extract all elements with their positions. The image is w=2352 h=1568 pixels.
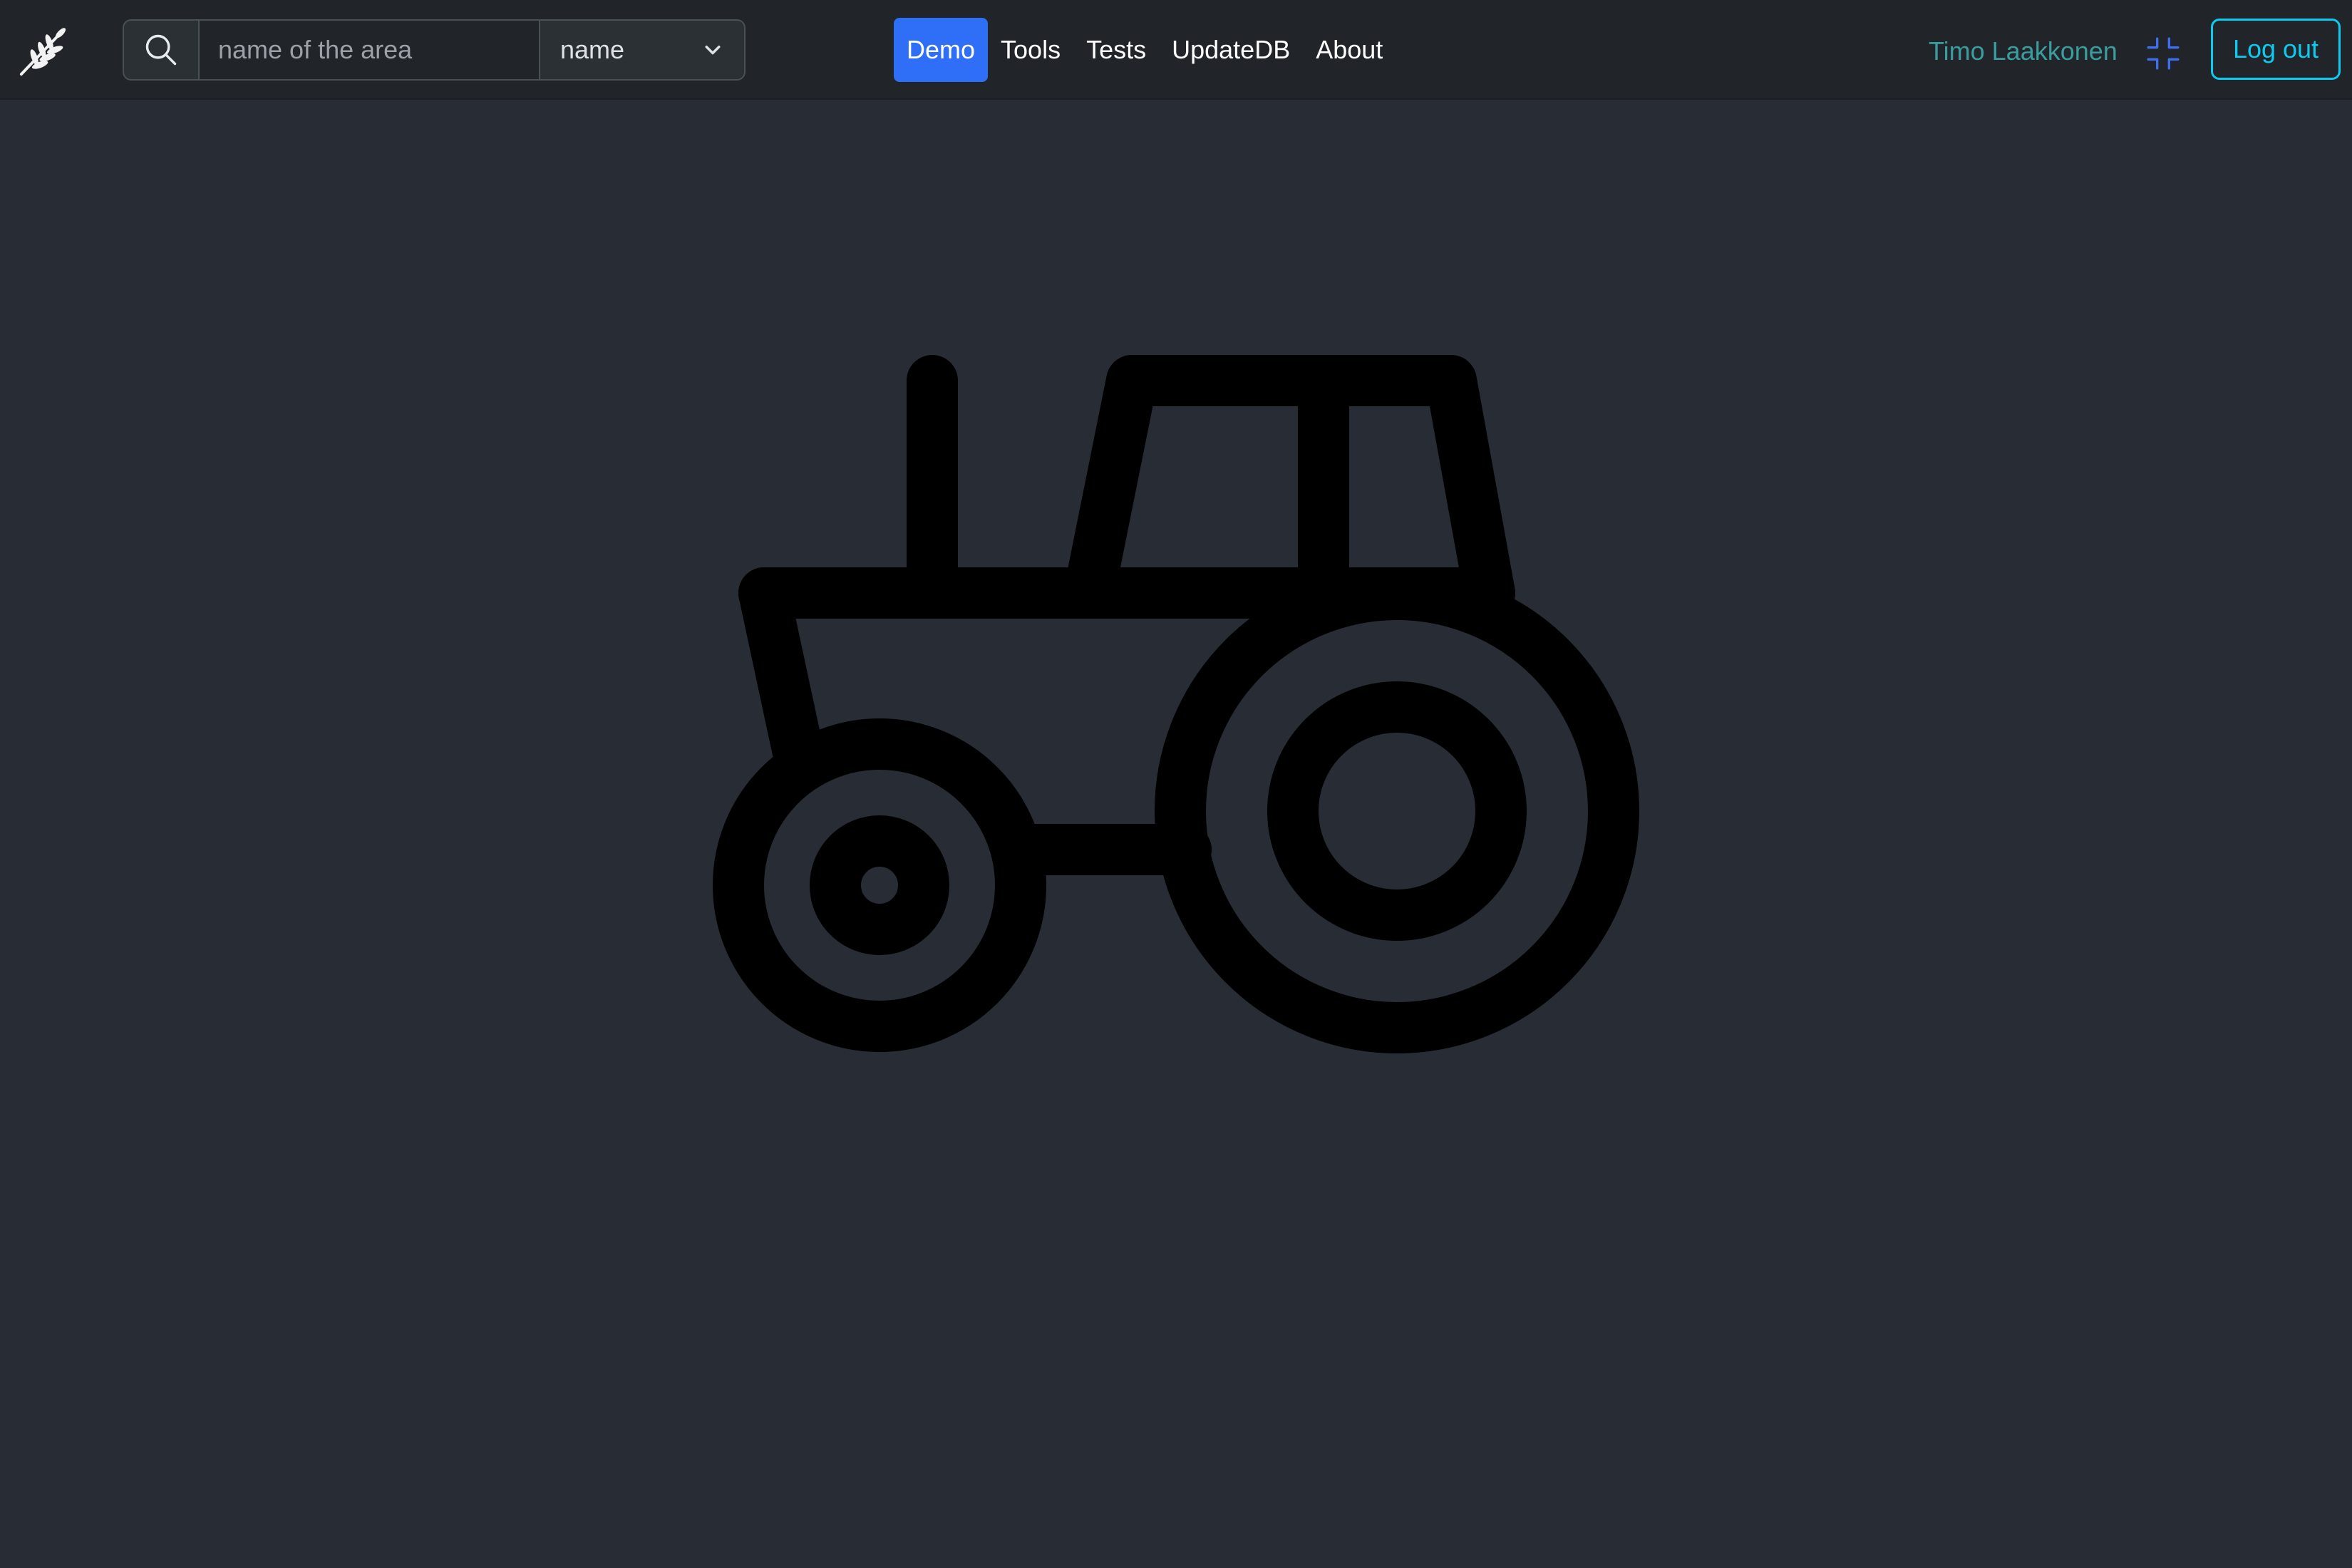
search-input[interactable] — [198, 19, 540, 81]
search-group: name — [123, 19, 746, 81]
user-name: Timo Laakkonen — [1929, 36, 2118, 66]
wheat-icon[interactable] — [16, 20, 76, 80]
chevron-down-icon — [705, 46, 721, 55]
search-mode-select[interactable]: name — [540, 19, 746, 81]
search-mode-selected: name — [560, 35, 625, 64]
nav-demo[interactable]: Demo — [894, 18, 989, 82]
logout-button[interactable]: Log out — [2211, 19, 2341, 80]
nav-about[interactable]: About — [1303, 18, 1396, 82]
top-navbar: name Demo Tools Tests UpdateDB About Tim… — [0, 0, 2352, 100]
tractor-icon — [711, 352, 1641, 1054]
search-icon[interactable] — [123, 19, 198, 81]
nav-tests[interactable]: Tests — [1073, 18, 1159, 82]
nav-updatedb[interactable]: UpdateDB — [1159, 18, 1303, 82]
nav-tools[interactable]: Tools — [988, 18, 1073, 82]
fullscreen-exit-icon[interactable] — [2145, 36, 2181, 71]
main-nav: Demo Tools Tests UpdateDB About — [894, 18, 1396, 82]
